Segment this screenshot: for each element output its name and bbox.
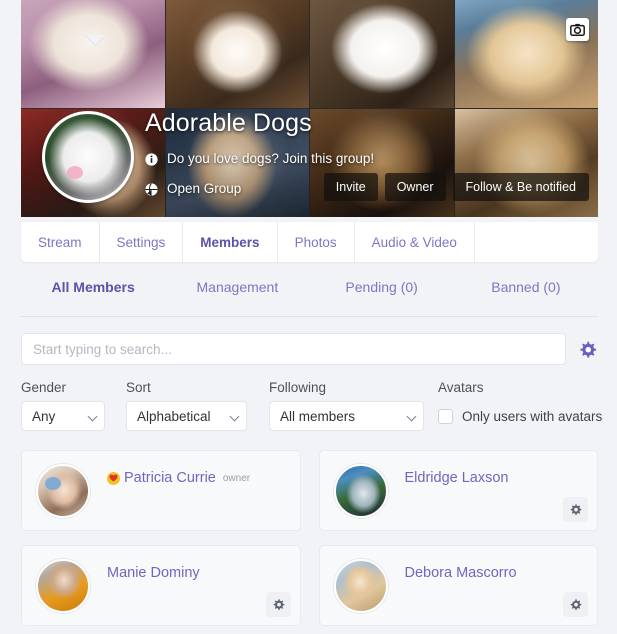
table-row[interactable]: Manie Dominy xyxy=(21,545,301,626)
table-row[interactable]: Debora Mascorro xyxy=(318,545,598,626)
filter-sort: Sort Alphabetical xyxy=(126,380,247,431)
subtab-management[interactable]: Management xyxy=(165,275,309,295)
filter-gender-label: Gender xyxy=(21,380,67,395)
tab-settings[interactable]: Settings xyxy=(100,222,184,262)
following-select[interactable]: All members xyxy=(269,401,424,431)
filter-following: Following All members xyxy=(269,380,424,431)
gender-select[interactable]: Any xyxy=(21,401,105,431)
gear-icon[interactable] xyxy=(576,338,598,360)
tab-stream[interactable]: Stream xyxy=(21,222,100,262)
member-name[interactable]: Manie Dominy xyxy=(107,565,200,581)
member-name[interactable]: Patricia Currie xyxy=(124,470,216,486)
header-action-buttons: Invite Owner Follow & Be notified xyxy=(323,172,589,201)
subtab-banned[interactable]: Banned (0) xyxy=(454,275,598,295)
filter-avatars: Avatars Only users with avatars xyxy=(438,380,602,431)
cover-photo-1 xyxy=(21,0,165,108)
member-filter-row: Gender Any Sort Alphabetical Following A… xyxy=(21,380,611,431)
member-name[interactable]: Debora Mascorro xyxy=(405,565,517,581)
members-grid: Patricia Currie owner Eldridge Laxson Ma… xyxy=(21,450,598,626)
only-avatars-label: Only users with avatars xyxy=(462,408,603,424)
active-subtab-indicator xyxy=(85,35,107,46)
gear-icon[interactable] xyxy=(265,592,291,617)
members-subtab-bar: All Members Management Pending (0) Banne… xyxy=(21,275,598,317)
globe-icon xyxy=(145,182,158,196)
avatar[interactable] xyxy=(36,463,90,518)
avatar[interactable] xyxy=(333,463,388,518)
member-name[interactable]: Eldridge Laxson xyxy=(405,470,509,486)
tab-members[interactable]: Members xyxy=(183,222,278,262)
filter-avatars-label: Avatars xyxy=(438,380,484,395)
group-avatar[interactable] xyxy=(42,111,134,203)
filter-gender: Gender Any xyxy=(21,380,105,431)
owner-button[interactable]: Owner xyxy=(384,172,446,201)
invite-button[interactable]: Invite xyxy=(323,172,378,201)
info-icon xyxy=(145,152,158,166)
only-avatars-checkbox[interactable] xyxy=(438,408,453,424)
avatar[interactable] xyxy=(36,558,90,613)
group-description-row: Do you love dogs? Join this group! xyxy=(145,150,475,168)
camera-icon[interactable] xyxy=(566,18,589,41)
member-search-row xyxy=(21,333,598,365)
table-row[interactable]: Patricia Currie owner xyxy=(21,450,301,531)
tab-bar-filler xyxy=(475,222,598,262)
cover-photo-4 xyxy=(454,0,598,108)
subtab-all-members[interactable]: All Members xyxy=(21,275,165,295)
group-tab-bar: Stream Settings Members Photos Audio & V… xyxy=(21,222,598,262)
cover-photo-3 xyxy=(310,0,454,108)
member-role-badge: owner xyxy=(222,473,251,484)
tab-audio-video[interactable]: Audio & Video xyxy=(355,222,475,262)
subtab-pending[interactable]: Pending (0) xyxy=(310,275,454,295)
group-title: Adorable Dogs xyxy=(145,109,312,137)
heart-badge-icon xyxy=(107,471,120,485)
group-description: Do you love dogs? Join this group! xyxy=(167,151,375,166)
group-cover-header: Adorable Dogs Do you love dogs? Join thi… xyxy=(21,0,598,217)
follow-button[interactable]: Follow & Be notified xyxy=(452,172,589,201)
search-input[interactable] xyxy=(21,333,566,365)
group-privacy: Open Group xyxy=(167,181,242,196)
sort-select[interactable]: Alphabetical xyxy=(126,401,247,431)
filter-sort-label: Sort xyxy=(126,380,151,395)
avatar[interactable] xyxy=(333,558,388,613)
filter-following-label: Following xyxy=(269,380,327,395)
gear-icon[interactable] xyxy=(563,497,588,522)
group-members-page: Adorable Dogs Do you love dogs? Join thi… xyxy=(0,0,617,634)
tab-photos[interactable]: Photos xyxy=(278,222,355,262)
gear-icon[interactable] xyxy=(563,592,588,617)
table-row[interactable]: Eldridge Laxson xyxy=(318,450,598,531)
cover-photo-2 xyxy=(165,0,309,108)
